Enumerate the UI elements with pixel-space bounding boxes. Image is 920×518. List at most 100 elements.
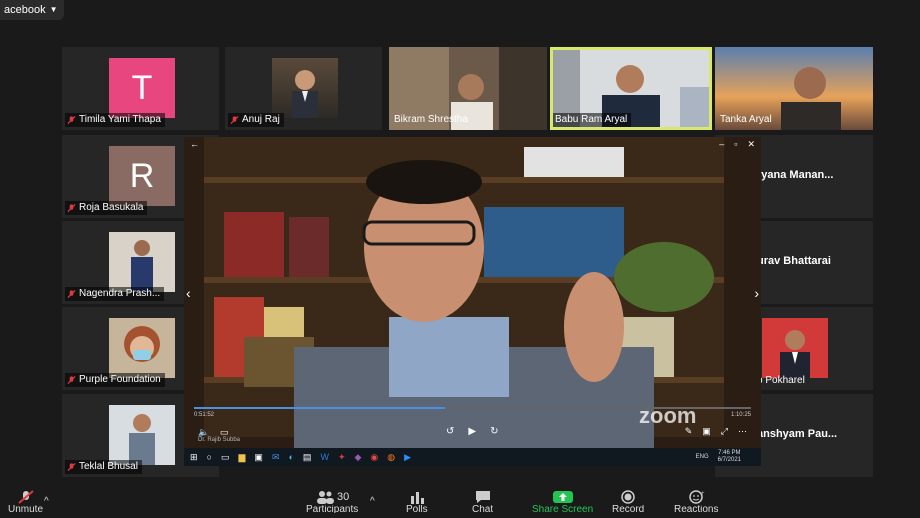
app-icon[interactable]: ✦ bbox=[338, 452, 346, 463]
avatar bbox=[109, 232, 175, 292]
zoom-app-icon[interactable]: ▶ bbox=[404, 452, 411, 463]
participants-options-chevron[interactable]: ^ bbox=[370, 496, 375, 507]
participant-tile[interactable]: Anuj Raj bbox=[225, 47, 382, 130]
time-current: 0:51:52 bbox=[194, 412, 215, 418]
participant-name-truncated: anshyam Pau... bbox=[757, 428, 838, 440]
chevron-up-icon: ^ bbox=[370, 496, 375, 507]
participant-name: Tanka Aryal bbox=[720, 114, 772, 125]
previous-arrow-icon[interactable]: ‹ bbox=[186, 285, 191, 301]
source-tag-label: acebook bbox=[4, 4, 46, 16]
unmute-button[interactable]: Unmute bbox=[8, 490, 43, 513]
share-screen-button[interactable]: Share Screen bbox=[532, 490, 593, 513]
participants-label: Participants bbox=[306, 505, 359, 513]
photos-icon[interactable]: ▤ bbox=[303, 452, 312, 463]
video-progress-track[interactable] bbox=[194, 407, 751, 409]
edge-icon[interactable]: ◐ bbox=[288, 452, 293, 462]
mic-muted-icon bbox=[230, 115, 239, 125]
mic-muted-icon bbox=[17, 490, 34, 504]
reactions-button[interactable]: + Reactions bbox=[674, 490, 718, 513]
person-photo bbox=[131, 240, 153, 292]
avatar: T bbox=[109, 58, 175, 118]
avatar bbox=[272, 58, 338, 118]
share-screen-label: Share Screen bbox=[532, 505, 594, 513]
windows-start-icon[interactable]: ⊞ bbox=[190, 452, 198, 463]
participant-name-bar: Purple Foundation bbox=[65, 373, 165, 387]
participant-name: Nagendra Prash... bbox=[79, 288, 161, 299]
participant-name: Bikram Shrestha bbox=[394, 114, 468, 125]
taskbar-time: 7:46 PM bbox=[718, 450, 741, 456]
participant-name: Teklal Bhusal bbox=[79, 461, 138, 472]
participant-name: Roja Basukala bbox=[79, 202, 144, 213]
participants-button[interactable]: 30 Participants bbox=[306, 490, 358, 513]
forward-icon[interactable]: ↻ bbox=[490, 426, 498, 437]
unmute-label: Unmute bbox=[8, 505, 44, 513]
video-frame bbox=[184, 137, 761, 448]
shared-screen-video[interactable]: ← – ▫ ✕ ‹ › zoom 0:51:52 1:10:25 🔈 ▭ Dr.… bbox=[184, 137, 761, 448]
video-watermark-name: Dr. Rajib Subba bbox=[198, 437, 241, 443]
record-button[interactable]: Record bbox=[612, 490, 644, 513]
chat-icon bbox=[475, 491, 490, 503]
participant-name-bar: Bikram Shrestha bbox=[392, 113, 472, 127]
person-photo bbox=[124, 326, 160, 362]
close-icon[interactable]: ✕ bbox=[747, 139, 755, 150]
time-total: 1:10:25 bbox=[730, 412, 751, 418]
participant-name: Purple Foundation bbox=[79, 374, 161, 385]
avatar bbox=[109, 405, 175, 465]
chat-label: Chat bbox=[472, 505, 494, 513]
share-screen-icon bbox=[552, 491, 573, 503]
fullscreen-icon[interactable]: ⤢ bbox=[721, 426, 728, 437]
record-icon bbox=[621, 490, 635, 504]
store-icon[interactable]: ▣ bbox=[254, 452, 263, 463]
chevron-down-icon: ▼ bbox=[49, 5, 58, 14]
back-arrow-icon[interactable]: ← bbox=[190, 139, 199, 149]
pip-icon[interactable]: ▣ bbox=[702, 426, 711, 437]
shared-taskbar: ⊞ ○ ▭ ▆ ▣ ✉ ◐ ▤ W ✦ ◆ ◉ ◍ ▶ ENG 7:46 PM … bbox=[184, 448, 761, 466]
participants-icon bbox=[317, 491, 334, 504]
chrome-icon[interactable]: ◉ bbox=[370, 452, 378, 463]
play-icon[interactable]: ▶ bbox=[468, 426, 476, 437]
minimize-icon[interactable]: – bbox=[719, 139, 724, 150]
window-source-tag[interactable]: acebook ▼ bbox=[0, 0, 64, 20]
window-controls: – ▫ ✕ bbox=[719, 139, 755, 150]
participant-name-bar: Anuj Raj bbox=[228, 113, 284, 127]
person-photo bbox=[780, 330, 810, 378]
participant-name: Timila Yami Thapa bbox=[79, 114, 161, 125]
word-icon[interactable]: W bbox=[320, 452, 329, 462]
meeting-toolbar: Unmute ^ 30 Participants ^ Polls Chat Sh… bbox=[0, 486, 920, 518]
player-tools: ✎ ▣ ⤢ ⋯ bbox=[685, 426, 747, 437]
participant-name-bar: Roja Basukala bbox=[65, 201, 148, 215]
edit-icon[interactable]: ✎ bbox=[685, 426, 693, 437]
polls-button[interactable]: Polls bbox=[406, 490, 428, 513]
participant-name-bar: Babu Ram Aryal bbox=[553, 113, 632, 127]
participant-name-truncated: b Pokharel bbox=[757, 375, 805, 386]
participant-name-bar: Teklal Bhusal bbox=[65, 460, 142, 474]
participant-tile[interactable]: Tanka Aryal bbox=[715, 47, 873, 130]
mail-icon[interactable]: ✉ bbox=[272, 452, 280, 463]
file-explorer-icon[interactable]: ▆ bbox=[239, 452, 246, 463]
mic-muted-icon bbox=[67, 375, 76, 385]
participant-name-bar: Nagendra Prash... bbox=[65, 287, 165, 301]
taskbar-clock: 7:46 PM 6/7/2021 bbox=[718, 450, 761, 464]
maximize-icon[interactable]: ▫ bbox=[734, 139, 737, 150]
chat-button[interactable]: Chat bbox=[472, 490, 493, 513]
rewind-icon[interactable]: ↺ bbox=[446, 426, 454, 437]
more-icon[interactable]: ⋯ bbox=[738, 426, 747, 437]
participant-name-bar: Timila Yami Thapa bbox=[65, 113, 165, 127]
participant-tile[interactable]: Bikram Shrestha bbox=[389, 47, 547, 130]
participant-name: Anuj Raj bbox=[242, 114, 280, 125]
task-view-icon[interactable]: ▭ bbox=[221, 452, 230, 463]
participant-tile-active-speaker[interactable]: Babu Ram Aryal bbox=[550, 47, 712, 130]
participant-tile[interactable]: T Timila Yami Thapa bbox=[62, 47, 219, 130]
search-icon[interactable]: ○ bbox=[207, 452, 212, 462]
next-arrow-icon[interactable]: › bbox=[754, 285, 759, 301]
audio-options-chevron[interactable]: ^ bbox=[44, 496, 49, 507]
firefox-icon[interactable]: ◍ bbox=[387, 452, 395, 463]
playback-controls: ↺ ▶ ↻ bbox=[446, 426, 498, 437]
mic-muted-icon bbox=[67, 289, 76, 299]
drop-icon[interactable]: ◆ bbox=[354, 452, 361, 463]
polls-icon bbox=[410, 492, 424, 504]
reactions-label: Reactions bbox=[674, 505, 719, 513]
avatar bbox=[762, 318, 828, 378]
participant-name-truncated: urav Bhattarai bbox=[757, 255, 831, 267]
record-label: Record bbox=[612, 505, 645, 513]
